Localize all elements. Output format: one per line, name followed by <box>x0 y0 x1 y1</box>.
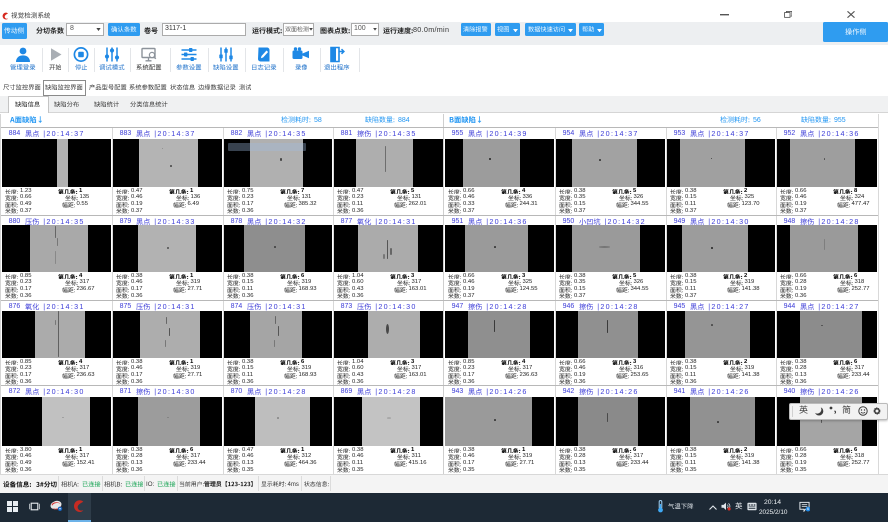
svg-text:6: 6 <box>807 507 809 511</box>
